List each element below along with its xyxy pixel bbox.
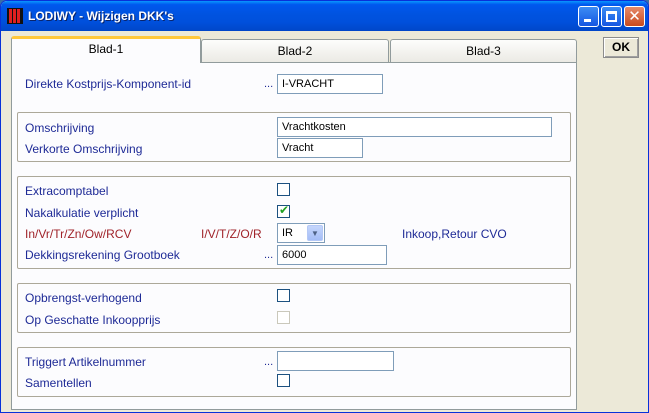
minimize-icon — [584, 19, 591, 22]
title-bar[interactable]: LODIWY - Wijzigen DKK's ✕ — [1, 1, 648, 31]
kostprijs-id-field[interactable]: I-VRACHT — [277, 74, 383, 94]
omschrijving-field[interactable]: Vrachtkosten — [277, 117, 552, 137]
nakalkulatie-label: Nakalkulatie verplicht — [25, 206, 139, 220]
chevron-down-icon[interactable]: ▼ — [307, 225, 323, 241]
tab-blad-3[interactable]: Blad-3 — [390, 39, 577, 62]
opbrengst-checkbox[interactable] — [277, 289, 290, 302]
artikelnummer-lookup[interactable]: ... — [264, 356, 273, 368]
extracomptabel-checkbox[interactable] — [277, 183, 290, 196]
dialog-window: LODIWY - Wijzigen DKK's ✕ OK Blad-1 Blad… — [0, 0, 649, 413]
maximize-button[interactable] — [601, 6, 622, 27]
verkorte-omschrijving-field[interactable]: Vracht — [277, 138, 363, 158]
opbrengst-label: Opbrengst-verhogend — [25, 291, 142, 305]
dekkingsrekening-label: Dekkingsrekening Grootboek — [25, 248, 180, 262]
codes-label: In/Vr/Tr/Zn/Ow/RCV — [25, 227, 132, 241]
tab-blad-1[interactable]: Blad-1 — [11, 36, 201, 63]
close-icon: ✕ — [628, 7, 641, 25]
type-select-value: IR — [282, 227, 293, 239]
samentellen-checkbox[interactable] — [277, 374, 290, 387]
kostprijs-id-label: Direkte Kostprijs-Komponent-id — [25, 77, 192, 91]
app-icon — [7, 8, 23, 24]
artikelnummer-field[interactable] — [277, 351, 394, 371]
verkorte-omschrijving-label: Verkorte Omschrijving — [25, 142, 143, 156]
extracomptabel-label: Extracomptabel — [25, 184, 109, 198]
nakalkulatie-checkbox[interactable]: ✔ — [277, 203, 290, 218]
geschatte-inkoopprijs-checkbox — [277, 311, 290, 324]
samentellen-label: Samentellen — [25, 376, 92, 390]
type-label: I/V/T/Z/O/R — [201, 227, 262, 241]
omschrijving-label: Omschrijving — [25, 121, 95, 135]
type-select[interactable]: IR ▼ — [277, 223, 325, 243]
geschatte-inkoopprijs-label: Op Geschatte Inkoopprijs — [25, 313, 161, 327]
dekkingsrekening-field[interactable]: 6000 — [277, 245, 387, 265]
ok-button[interactable]: OK — [603, 37, 639, 58]
dekkingsrekening-lookup[interactable]: ... — [264, 249, 273, 261]
artikelnummer-label: Triggert Artikelnummer — [25, 355, 146, 369]
minimize-button[interactable] — [578, 6, 599, 27]
maximize-icon — [606, 11, 617, 22]
type-description: Inkoop,Retour CVO — [402, 227, 507, 241]
kostprijs-id-lookup[interactable]: ... — [264, 78, 273, 90]
check-icon: ✔ — [279, 203, 290, 217]
window-title: LODIWY - Wijzigen DKK's — [28, 9, 174, 23]
tab-blad-2[interactable]: Blad-2 — [201, 39, 389, 62]
close-button[interactable]: ✕ — [624, 6, 645, 27]
